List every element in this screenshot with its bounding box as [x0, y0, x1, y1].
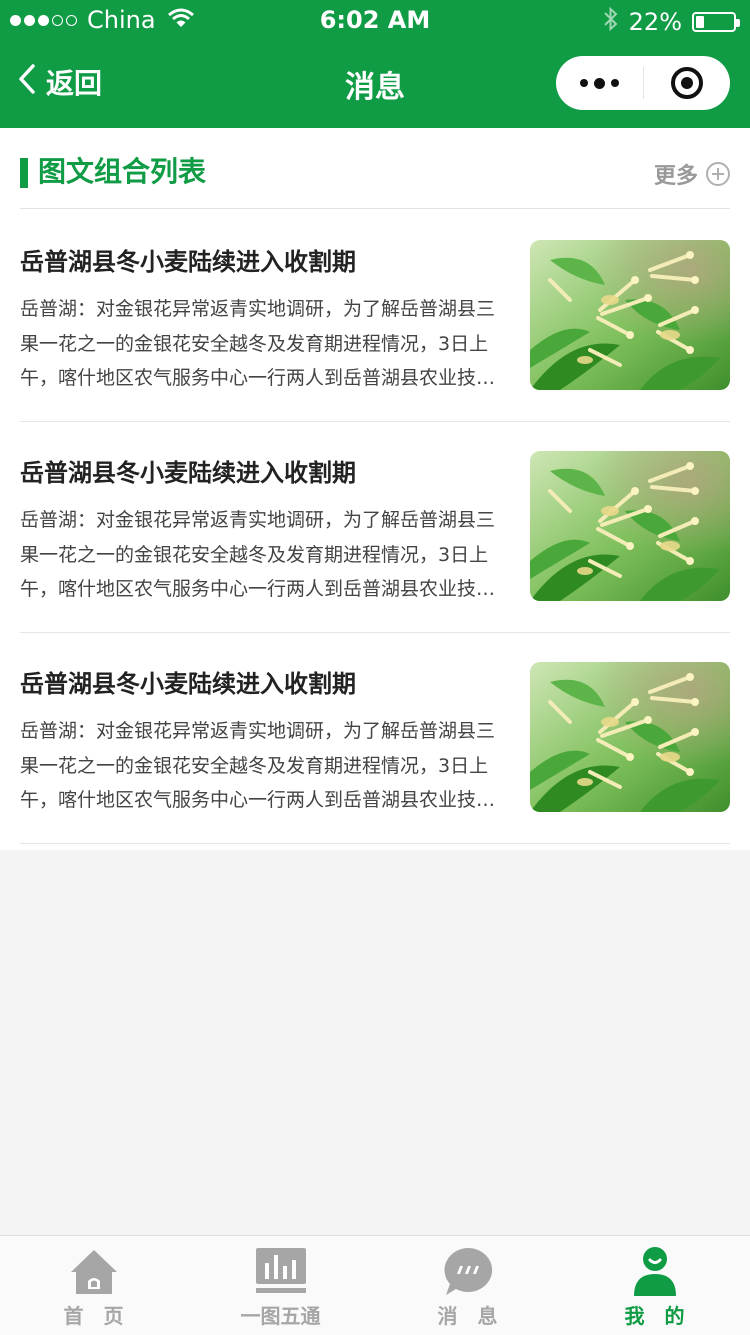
- article-title: 岳普湖县冬小麦陆续进入收割期: [20, 670, 356, 698]
- article-title: 岳普湖县冬小麦陆续进入收割期: [20, 248, 356, 276]
- back-button[interactable]: 返回: [18, 62, 102, 102]
- bottom-tab-bar: 首 页 一图五通 消 息 我 的: [0, 1235, 750, 1335]
- section-title: 图文组合列表: [38, 155, 207, 188]
- tab-messages[interactable]: 消 息: [374, 1236, 561, 1335]
- more-link[interactable]: 更多: [654, 158, 730, 190]
- tab-one-map-five-links[interactable]: 一图五通: [187, 1236, 374, 1335]
- chevron-left-icon: [18, 63, 36, 101]
- tab-label: 首 页: [63, 1304, 124, 1328]
- user-icon: [633, 1247, 676, 1296]
- bluetooth-icon: [603, 6, 619, 38]
- nav-bar: 返回 消息: [0, 40, 750, 128]
- article-title: 岳普湖县冬小麦陆续进入收割期: [20, 459, 356, 487]
- more-label: 更多: [653, 164, 698, 189]
- more-options-button[interactable]: [556, 56, 643, 110]
- article-summary: 岳普湖：对金银花异常返青实地调研，为了解岳普湖县三果一花之一的金银花安全越冬及发…: [20, 298, 496, 389]
- section-accent-bar: [20, 158, 28, 188]
- battery-percent: 22%: [628, 8, 682, 36]
- miniprogram-capsule: [556, 56, 730, 110]
- device-status: 22%: [603, 6, 740, 38]
- article-summary: 岳普湖：对金银花异常返青实地调研，为了解岳普湖县三果一花之一的金银花安全越冬及发…: [20, 509, 496, 600]
- more-dots-icon: [579, 77, 619, 89]
- tab-home[interactable]: 首 页: [0, 1236, 187, 1335]
- list-item[interactable]: 岳普湖县冬小麦陆续进入收割期 岳普湖：对金银花异常返青实地调研，为了解岳普湖县三…: [20, 210, 730, 422]
- article-panel: 图文组合列表 更多 岳普湖县冬小麦陆续进入收割期 岳普湖：对金银花异常返青实地调…: [0, 128, 750, 850]
- tab-profile[interactable]: 我 的: [561, 1236, 748, 1335]
- top-header: China 6:02 AM 22% 返回 消息: [0, 0, 750, 128]
- tab-label: 一图五通: [240, 1304, 321, 1328]
- article-thumbnail: [530, 662, 730, 812]
- tab-label: 消 息: [437, 1304, 498, 1328]
- bar-chart-icon: [255, 1248, 306, 1293]
- close-miniprogram-button[interactable]: [644, 56, 731, 110]
- battery-icon: [692, 12, 740, 32]
- list-item[interactable]: 岳普湖县冬小麦陆续进入收割期 岳普湖：对金银花异常返青实地调研，为了解岳普湖县三…: [20, 421, 730, 633]
- message-icon: [444, 1247, 492, 1295]
- article-thumbnail: [530, 451, 730, 601]
- section-header: 图文组合列表 更多: [20, 128, 730, 209]
- article-thumbnail: [530, 240, 730, 390]
- target-circle-icon: [670, 67, 703, 99]
- home-icon: [70, 1250, 117, 1294]
- status-bar: China 6:02 AM 22%: [0, 0, 750, 40]
- list-item[interactable]: 岳普湖县冬小麦陆续进入收割期 岳普湖：对金银花异常返青实地调研，为了解岳普湖县三…: [20, 632, 730, 844]
- back-label: 返回: [46, 67, 103, 100]
- tab-label: 我 的: [624, 1304, 685, 1328]
- plus-circle-icon: [706, 162, 730, 186]
- article-summary: 岳普湖：对金银花异常返青实地调研，为了解岳普湖县三果一花之一的金银花安全越冬及发…: [20, 720, 496, 811]
